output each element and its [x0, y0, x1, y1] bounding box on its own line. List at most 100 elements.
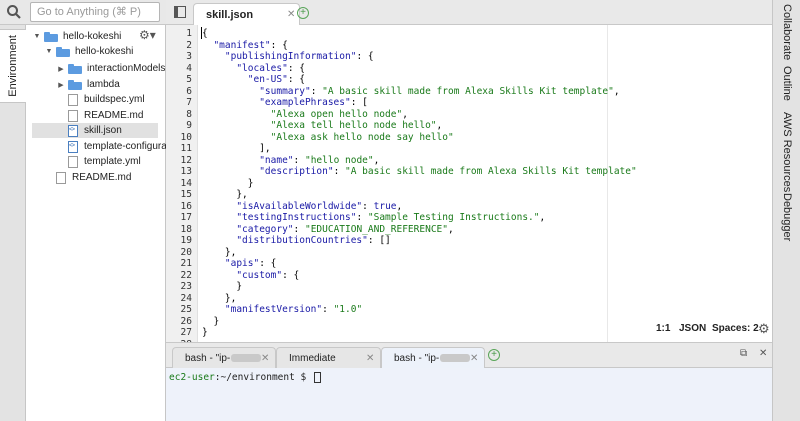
tab-label: Outline	[781, 66, 793, 101]
close-icon[interactable]: ✕	[759, 348, 767, 359]
terminal-cursor	[314, 372, 321, 383]
code-line: "testingInstructions": "Sample Testing I…	[236, 212, 546, 223]
line-number: 4	[186, 62, 192, 74]
line-number: 18	[180, 223, 192, 235]
code-line: "manifest": {	[213, 39, 288, 51]
line-number: 22	[180, 269, 192, 281]
tree-item-label: README.md	[84, 110, 144, 121]
folder-icon	[44, 31, 58, 42]
line-number: 12	[180, 154, 192, 166]
tree-item-root-folder[interactable]: ▼ hello-kokeshi	[32, 29, 122, 44]
tab-skill-json[interactable]: skill.json ✕	[193, 3, 300, 25]
tree-item-project-folder[interactable]: ▼ hello-kokeshi	[44, 44, 134, 59]
tab-bash-active[interactable]: bash - "ip- ✕	[381, 347, 485, 369]
chevron-right-icon[interactable]: ▶	[56, 64, 66, 74]
tree-item-root-readme[interactable]: README.md	[56, 170, 131, 185]
tree-item-buildspec[interactable]: buildspec.yml	[68, 92, 145, 107]
tab-label-text: bash - "ip-	[185, 353, 231, 364]
terminal-prompt[interactable]: ec2-user:~/environment $	[169, 372, 321, 383]
terminal[interactable]: ec2-user:~/environment $	[166, 368, 772, 421]
language-mode[interactable]: JSON	[679, 323, 706, 334]
line-number: 5	[186, 74, 192, 85]
code-line: "category": "EDUCATION_AND_REFERENCE",	[236, 223, 454, 235]
close-icon[interactable]: ✕	[287, 9, 295, 20]
line-number-gutter: 1 2 3 4 5 6 7 8 9 10 11 12 13 14 15 16 17 18 19 20 21 22 23 24 2…	[166, 25, 198, 350]
chevron-down-icon[interactable]: ▼	[44, 47, 54, 57]
code-line: "distributionCountries": []	[236, 235, 391, 246]
gear-icon[interactable]: ⚙▾	[139, 28, 159, 42]
tree-item-lambda[interactable]: ▶ lambda	[56, 77, 120, 92]
code-line: "isAvailableWorldwide": true,	[236, 200, 403, 212]
close-icon[interactable]: ✕	[261, 353, 269, 364]
tab-label: Collaborate	[781, 4, 793, 61]
line-number: 3	[186, 51, 192, 62]
print-margin	[607, 25, 608, 342]
file-icon	[68, 109, 78, 122]
code-line: }	[202, 327, 208, 338]
tree-item-interaction-models[interactable]: ▶ interactionModels	[56, 61, 165, 76]
tree-item-label: interactionModels	[87, 63, 166, 74]
line-number: 21	[180, 258, 192, 269]
tab-outline[interactable]: Outline	[773, 66, 800, 101]
tree-item-label: hello-kokeshi	[63, 31, 122, 42]
tab-label: AWS Resources	[781, 112, 793, 193]
code-line: ],	[202, 143, 271, 154]
indent-setting[interactable]: Spaces: 2	[712, 323, 759, 334]
tree-item-label: skill.json	[84, 125, 122, 136]
close-icon[interactable]: ✕	[366, 353, 374, 364]
line-number: 26	[180, 315, 192, 327]
line-number: 6	[186, 85, 192, 97]
line-number: 14	[180, 177, 192, 189]
code-line: "summary": "A basic skill made from Alex…	[259, 85, 620, 97]
code-line: "locales": {	[236, 62, 305, 74]
line-number: 24	[180, 292, 192, 304]
add-tab-icon[interactable]: +	[297, 7, 309, 19]
left-rail: Environment	[0, 25, 26, 421]
prompt-user: ec2-user	[169, 372, 215, 383]
cursor-position[interactable]: 1:1	[656, 323, 670, 334]
line-number: 11	[180, 143, 192, 154]
environment-tab[interactable]: Environment	[0, 29, 26, 103]
line-number: 27	[180, 327, 192, 338]
code-line: "Alexa open hello node",	[270, 108, 408, 120]
goto-anything-input[interactable]	[30, 2, 160, 22]
environment-tab-label: Environment	[7, 35, 19, 97]
code-line: "description": "A basic skill made from …	[259, 166, 637, 177]
file-icon	[68, 93, 78, 106]
tab-label: bash - "ip-	[185, 353, 262, 364]
line-number: 8	[186, 108, 192, 120]
tab-debugger[interactable]: Debugger	[773, 193, 800, 241]
line-number: 20	[180, 246, 192, 258]
tab-menu-icon[interactable]	[174, 6, 186, 18]
tab-bash-1[interactable]: bash - "ip- ✕	[172, 347, 276, 369]
tab-immediate[interactable]: Immediate ✕	[276, 347, 381, 369]
tree-item-readme[interactable]: README.md	[68, 108, 143, 123]
tab-label: bash - "ip-	[394, 353, 471, 364]
code-line: },	[202, 189, 248, 200]
tree-item-label: template.yml	[84, 156, 141, 167]
line-number: 16	[180, 200, 192, 212]
line-number: 2	[186, 39, 192, 51]
code-editor[interactable]: 1 2 3 4 5 6 7 8 9 10 11 12 13 14 15 16 17 18 19 20 21 22 23 24 2…	[166, 25, 772, 350]
tab-collaborate[interactable]: Collaborate	[773, 4, 800, 60]
line-number: 13	[180, 166, 192, 177]
chevron-down-icon[interactable]: ▼	[32, 32, 42, 42]
redacted-hostname	[440, 354, 471, 363]
add-tab-icon[interactable]: +	[488, 349, 500, 361]
tab-label: Immediate	[289, 353, 336, 364]
search-icon[interactable]	[6, 4, 22, 20]
gear-icon[interactable]: ⚙	[758, 321, 770, 337]
line-number: 9	[186, 120, 192, 131]
code-line: "Alexa ask hello node say hello"	[270, 131, 454, 143]
tree-item-template-yml[interactable]: template.yml	[68, 154, 141, 169]
file-tree: ▼ hello-kokeshi ⚙▾ ▼ hello-kokeshi ▶ int…	[26, 25, 183, 421]
tab-aws-resources[interactable]: AWS Resources	[773, 112, 800, 193]
maximize-icon[interactable]: ⧉	[740, 348, 747, 359]
text-cursor	[201, 27, 202, 39]
folder-icon	[68, 63, 82, 74]
close-icon[interactable]: ✕	[470, 353, 478, 364]
code-line: "name": "hello node",	[259, 154, 380, 166]
chevron-right-icon[interactable]: ▶	[56, 80, 66, 90]
code-line: }	[202, 177, 254, 189]
tree-item-skill-json[interactable]: skill.json	[32, 123, 158, 138]
